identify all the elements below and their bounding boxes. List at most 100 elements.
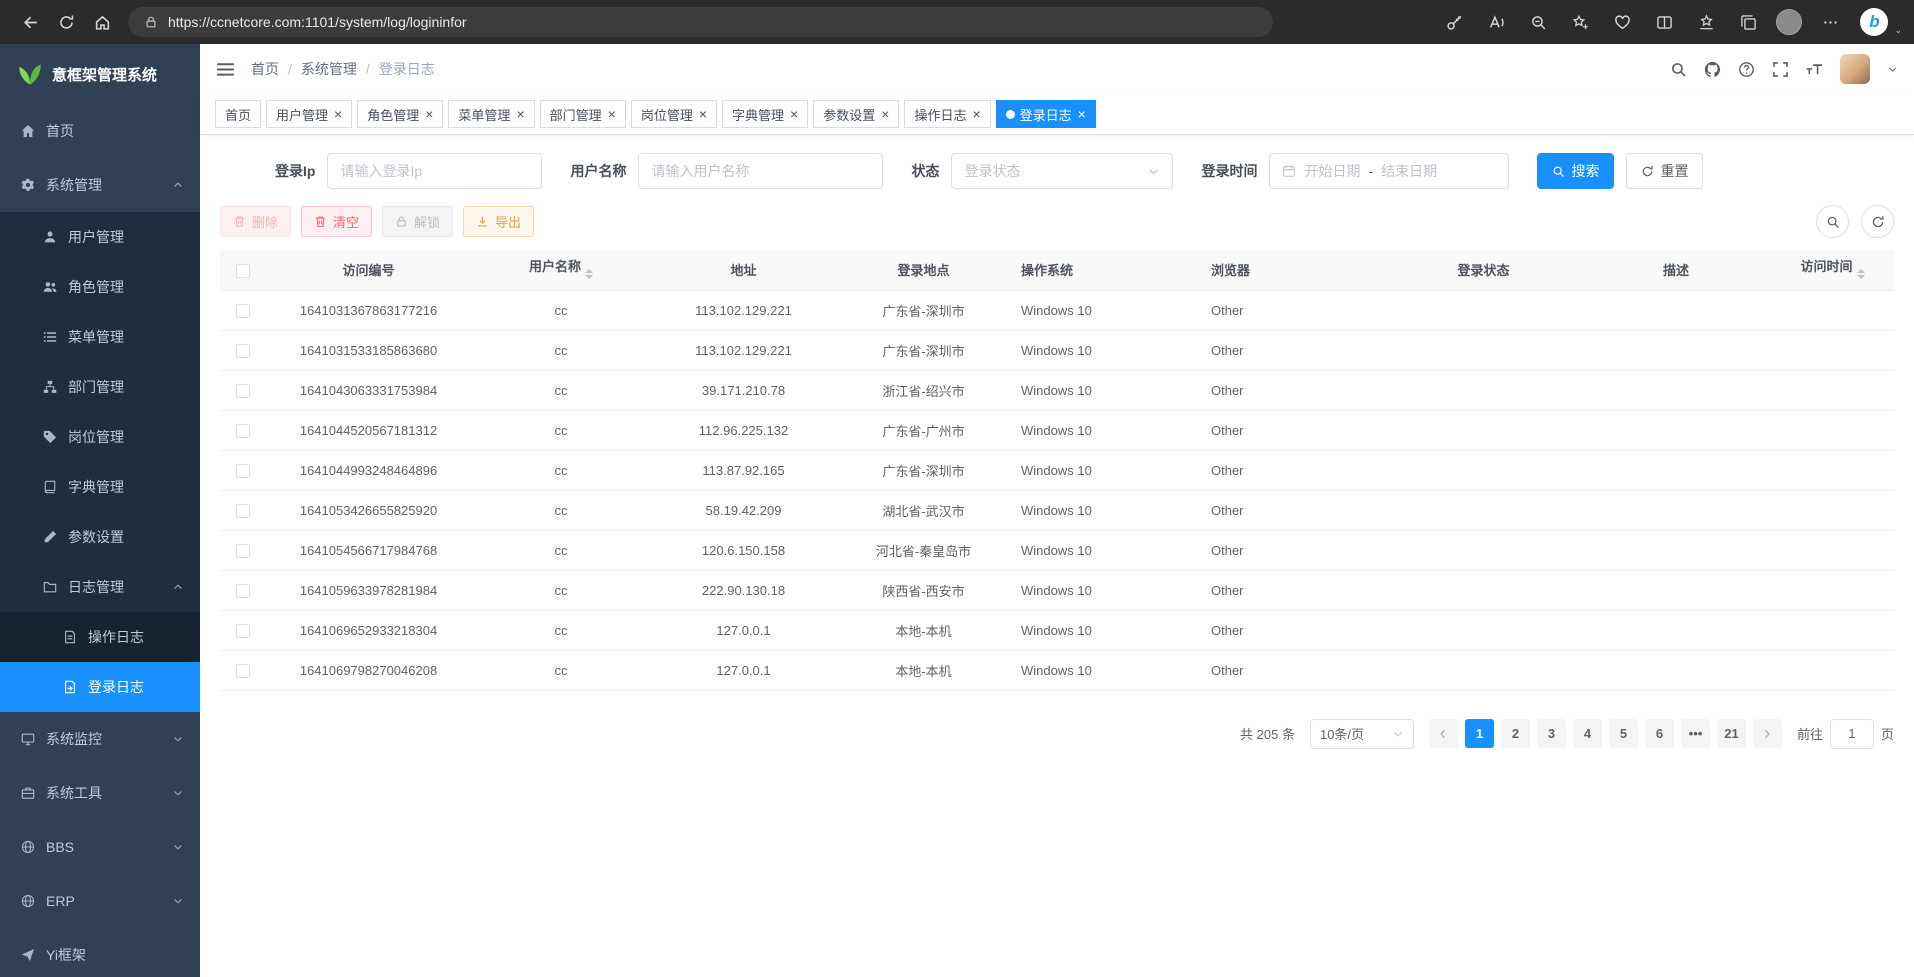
chevron-down-icon[interactable]: ⌄ xyxy=(1894,25,1902,36)
row-checkbox[interactable] xyxy=(236,664,250,678)
select-all-checkbox[interactable] xyxy=(236,264,250,278)
row-checkbox[interactable] xyxy=(236,464,250,478)
sidebar-item-bbs[interactable]: BBS xyxy=(0,820,200,874)
close-icon[interactable]: × xyxy=(881,107,889,121)
user-avatar[interactable] xyxy=(1840,54,1870,84)
page-button[interactable]: 5 xyxy=(1609,719,1638,748)
row-checkbox[interactable] xyxy=(236,624,250,638)
close-icon[interactable]: × xyxy=(699,107,707,121)
row-checkbox[interactable] xyxy=(236,584,250,598)
sidebar-item-erp[interactable]: ERP xyxy=(0,874,200,928)
sort-icon[interactable] xyxy=(585,265,593,283)
sidebar-item-param[interactable]: 参数设置 xyxy=(0,512,200,562)
tab-6[interactable]: 字典管理× xyxy=(722,100,808,128)
column-header[interactable]: 用户名称 xyxy=(529,259,581,274)
sidebar-item-loginlog[interactable]: 登录日志 xyxy=(0,662,200,712)
row-checkbox[interactable] xyxy=(236,304,250,318)
hamburger-icon[interactable] xyxy=(216,60,235,79)
sidebar-item-post[interactable]: 岗位管理 xyxy=(0,412,200,462)
sidebar-item-role[interactable]: 角色管理 xyxy=(0,262,200,312)
goto-page-input[interactable] xyxy=(1830,719,1874,749)
tab-8[interactable]: 操作日志× xyxy=(904,100,990,128)
date-range-picker[interactable]: 开始日期 - 结束日期 xyxy=(1269,153,1509,189)
export-button[interactable]: 导出 xyxy=(463,206,534,237)
browser-back-icon[interactable] xyxy=(12,5,48,39)
page-button[interactable]: 1 xyxy=(1465,719,1494,748)
github-icon[interactable] xyxy=(1704,61,1721,78)
username-input[interactable] xyxy=(638,153,883,189)
row-checkbox[interactable] xyxy=(236,504,250,518)
split-screen-icon[interactable] xyxy=(1646,5,1682,39)
page-button[interactable]: 21 xyxy=(1717,719,1746,748)
bing-copilot-icon[interactable]: b xyxy=(1860,8,1888,36)
next-page-button[interactable] xyxy=(1753,719,1782,748)
chevron-down-icon[interactable] xyxy=(1887,64,1898,75)
page-button[interactable]: 4 xyxy=(1573,719,1602,748)
breadcrumb-item[interactable]: 系统管理 xyxy=(301,59,357,79)
add-favorite-icon[interactable] xyxy=(1562,5,1598,39)
tab-0[interactable]: 首页 xyxy=(215,100,261,128)
browser-more-icon[interactable] xyxy=(1812,5,1848,39)
page-ellipsis[interactable]: ••• xyxy=(1681,719,1710,748)
favorites-bar-icon[interactable] xyxy=(1688,5,1724,39)
sidebar-item-user[interactable]: 用户管理 xyxy=(0,212,200,262)
tab-2[interactable]: 角色管理× xyxy=(357,100,443,128)
sidebar-item-monitor[interactable]: 系统监控 xyxy=(0,712,200,766)
browser-essentials-icon[interactable] xyxy=(1604,5,1640,39)
status-select[interactable]: 登录状态 xyxy=(951,153,1173,189)
close-icon[interactable]: × xyxy=(516,107,524,121)
search-icon[interactable] xyxy=(1670,61,1687,78)
page-button[interactable]: 6 xyxy=(1645,719,1674,748)
tab-1[interactable]: 用户管理× xyxy=(266,100,352,128)
fullscreen-icon[interactable] xyxy=(1772,61,1789,78)
browser-profile-avatar[interactable] xyxy=(1776,9,1802,35)
browser-address-bar[interactable]: https://ccnetcore.com:1101/system/log/lo… xyxy=(128,7,1273,37)
browser-refresh-icon[interactable] xyxy=(48,5,84,39)
breadcrumb-item[interactable]: 首页 xyxy=(251,59,279,79)
row-checkbox[interactable] xyxy=(236,384,250,398)
read-aloud-icon[interactable] xyxy=(1478,5,1514,39)
sidebar-item-dept[interactable]: 部门管理 xyxy=(0,362,200,412)
close-icon[interactable]: × xyxy=(1078,107,1086,121)
row-checkbox[interactable] xyxy=(236,344,250,358)
clear-button[interactable]: 清空 xyxy=(301,206,372,237)
close-icon[interactable]: × xyxy=(972,107,980,121)
delete-button[interactable]: 删除 xyxy=(220,206,291,237)
help-icon[interactable] xyxy=(1738,61,1755,78)
close-icon[interactable]: × xyxy=(425,107,433,121)
collections-icon[interactable] xyxy=(1730,5,1766,39)
browser-home-icon[interactable] xyxy=(84,5,120,39)
sidebar-item-system[interactable]: 系统管理 xyxy=(0,158,200,212)
close-icon[interactable]: × xyxy=(790,107,798,121)
tab-5[interactable]: 岗位管理× xyxy=(631,100,717,128)
zoom-icon[interactable] xyxy=(1520,5,1556,39)
reset-button[interactable]: 重置 xyxy=(1626,153,1703,189)
login-ip-input[interactable] xyxy=(327,153,542,189)
page-button[interactable]: 3 xyxy=(1537,719,1566,748)
table-search-toggle[interactable] xyxy=(1816,205,1849,238)
sidebar-item-home[interactable]: 首页 xyxy=(0,104,200,158)
close-icon[interactable]: × xyxy=(334,107,342,121)
tab-3[interactable]: 菜单管理× xyxy=(448,100,534,128)
sidebar-item-operlog[interactable]: 操作日志 xyxy=(0,612,200,662)
page-size-select[interactable]: 10条/页 xyxy=(1310,719,1414,749)
sidebar-item-yiframe[interactable]: Yi框架 xyxy=(0,928,200,977)
row-checkbox[interactable] xyxy=(236,544,250,558)
tab-9[interactable]: 登录日志× xyxy=(996,100,1096,128)
column-header[interactable]: 访问时间 xyxy=(1800,259,1852,274)
close-icon[interactable]: × xyxy=(608,107,616,121)
sort-icon[interactable] xyxy=(1857,265,1865,283)
page-button[interactable]: 2 xyxy=(1501,719,1530,748)
sidebar-item-menu[interactable]: 菜单管理 xyxy=(0,312,200,362)
password-key-icon[interactable] xyxy=(1436,5,1472,39)
unlock-button[interactable]: 解锁 xyxy=(382,206,453,237)
prev-page-button[interactable] xyxy=(1429,719,1458,748)
sidebar-item-dict[interactable]: 字典管理 xyxy=(0,462,200,512)
sidebar-item-tools[interactable]: 系统工具 xyxy=(0,766,200,820)
tab-7[interactable]: 参数设置× xyxy=(813,100,899,128)
font-size-icon[interactable] xyxy=(1806,61,1823,78)
search-button[interactable]: 搜索 xyxy=(1537,153,1614,189)
tab-4[interactable]: 部门管理× xyxy=(540,100,626,128)
table-refresh-button[interactable] xyxy=(1861,205,1894,238)
row-checkbox[interactable] xyxy=(236,424,250,438)
